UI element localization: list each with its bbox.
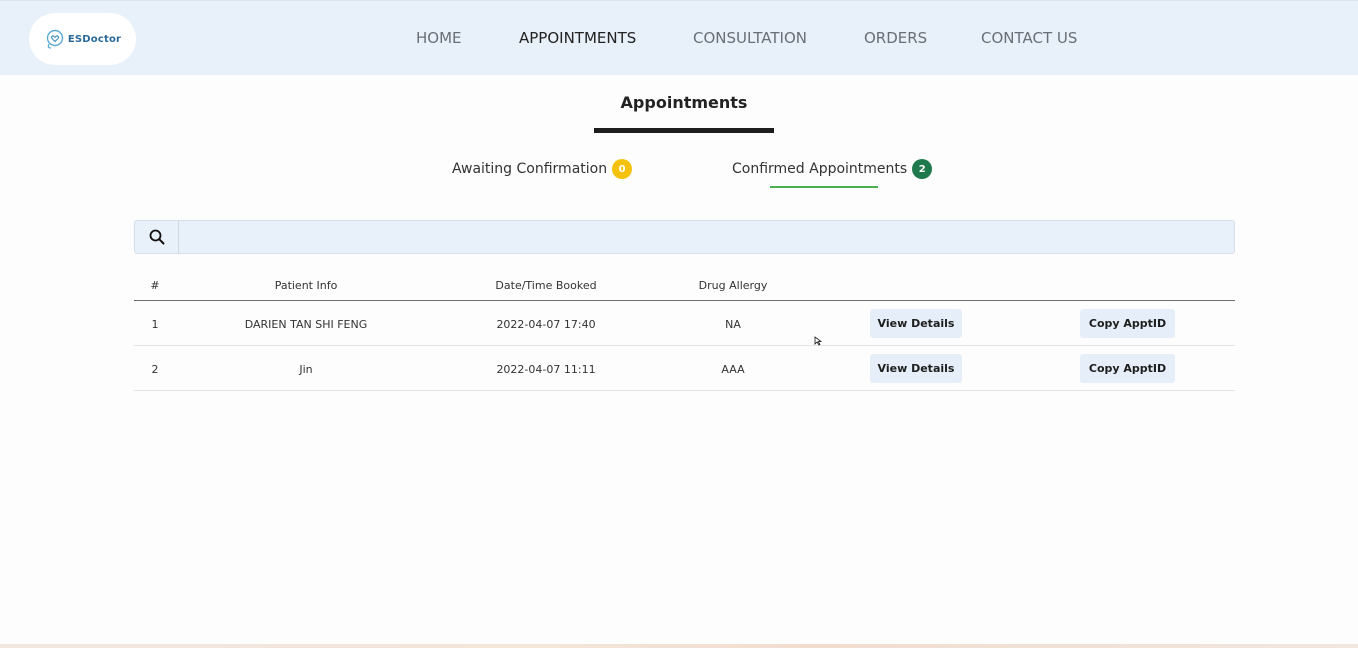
- count-badge: 0: [612, 159, 633, 179]
- column-header-drug-allergy: Drug Allergy: [698, 279, 768, 292]
- date-time-booked: 2022-04-07 11:11: [496, 363, 596, 376]
- nav-item-orders[interactable]: ORDERS: [864, 29, 927, 47]
- appointments-table: # Patient Info Date/Time Booked Drug All…: [134, 270, 1235, 391]
- copy-appt-id-button[interactable]: Copy ApptID: [1080, 354, 1175, 383]
- date-time-booked: 2022-04-07 17:40: [496, 318, 596, 331]
- nav-item-contact-us[interactable]: CONTACT US: [981, 29, 1077, 47]
- bottom-edge-strip: [0, 644, 1358, 648]
- patient-info: Jin: [299, 363, 313, 376]
- count-badge: 2: [912, 159, 933, 179]
- tab-label: Awaiting Confirmation: [452, 161, 608, 177]
- nav-links: HOME APPOINTMENTS CONSULTATION ORDERS CO…: [0, 29, 1358, 49]
- nav-item-appointments[interactable]: APPOINTMENTS: [519, 29, 636, 47]
- row-index: 2: [151, 363, 159, 376]
- column-header-date-time-booked: Date/Time Booked: [495, 279, 597, 292]
- search-input[interactable]: [180, 221, 1234, 253]
- row-index: 1: [151, 318, 159, 331]
- drug-allergy: NA: [725, 318, 741, 331]
- search-icon: [149, 229, 164, 245]
- active-tab-indicator: [770, 186, 878, 188]
- copy-appt-id-button[interactable]: Copy ApptID: [1080, 309, 1175, 338]
- column-header-index: #: [150, 279, 160, 292]
- search-button[interactable]: [135, 221, 179, 253]
- table-row: 1 DARIEN TAN SHI FENG 2022-04-07 17:40 N…: [134, 301, 1235, 346]
- top-navbar: ESDoctor HOME APPOINTMENTS CONSULTATION …: [0, 0, 1358, 75]
- patient-info: DARIEN TAN SHI FENG: [244, 318, 368, 331]
- tab-awaiting-confirmation[interactable]: Awaiting Confirmation 0: [452, 158, 633, 180]
- page-title: Appointments: [620, 93, 748, 112]
- mouse-cursor-icon: [814, 336, 822, 346]
- title-underline: [594, 128, 774, 133]
- table-header: # Patient Info Date/Time Booked Drug All…: [134, 270, 1235, 301]
- table-row: 2 Jin 2022-04-07 11:11 AAA View Details …: [134, 346, 1235, 391]
- nav-item-home[interactable]: HOME: [416, 29, 462, 47]
- column-header-patient-info: Patient Info: [274, 279, 338, 292]
- search-bar: [134, 220, 1235, 254]
- tab-label: Confirmed Appointments: [732, 161, 908, 177]
- drug-allergy: AAA: [721, 363, 745, 376]
- view-details-button[interactable]: View Details: [870, 354, 962, 383]
- nav-item-consultation[interactable]: CONSULTATION: [693, 29, 807, 47]
- view-details-button[interactable]: View Details: [870, 309, 962, 338]
- tab-confirmed-appointments[interactable]: Confirmed Appointments 2: [732, 158, 933, 180]
